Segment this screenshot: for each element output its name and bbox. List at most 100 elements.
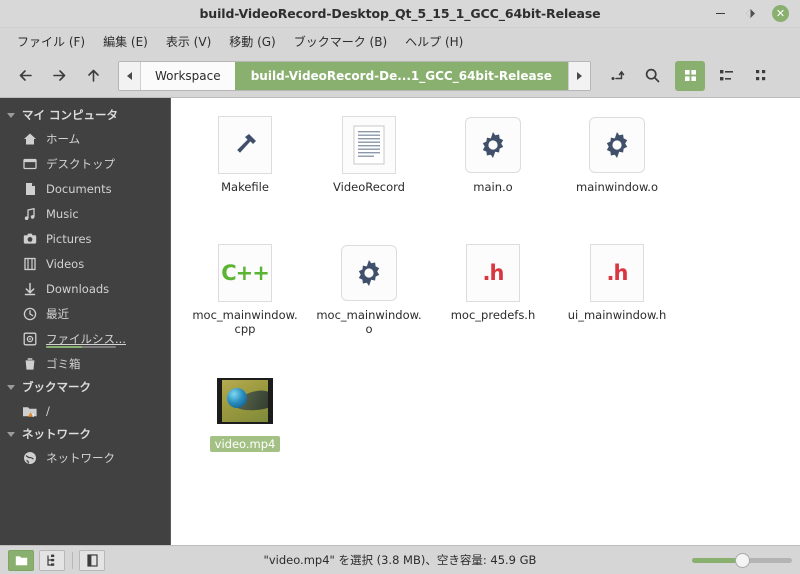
chevron-down-icon xyxy=(7,384,15,390)
arrow-left-icon xyxy=(19,70,32,81)
search-button[interactable] xyxy=(635,61,669,91)
zoom-slider[interactable] xyxy=(692,551,792,569)
window-controls: ✕ xyxy=(712,5,800,22)
folder-icon xyxy=(15,555,27,565)
file-name: main.o xyxy=(473,180,513,194)
file-item[interactable]: .h ui_mainwindow.h xyxy=(555,238,679,366)
file-thumbnail: C++ xyxy=(216,244,274,302)
minimize-button[interactable] xyxy=(712,6,728,22)
status-tree-view-button[interactable] xyxy=(39,549,65,571)
sidebar-item-recent[interactable]: 最近 xyxy=(0,301,170,326)
file-name: moc_mainwindow.cpp xyxy=(192,308,298,336)
file-item-selected[interactable]: video.mp4 xyxy=(183,366,307,494)
arrow-right-icon xyxy=(52,70,65,81)
cpp-icon: C++ xyxy=(218,244,272,302)
menu-edit[interactable]: 編集 (E) xyxy=(94,30,157,53)
breadcrumb-scroll-left[interactable] xyxy=(119,61,141,90)
filesystem-disk-icon xyxy=(22,331,38,347)
sidebar-item-home[interactable]: ホーム xyxy=(0,126,170,151)
sidebar-group-my-computer[interactable]: マイ コンピュータ xyxy=(0,104,170,126)
music-note-icon xyxy=(22,206,38,222)
window-body: マイ コンピュータ ホーム デスクトップ Documents Music Pic… xyxy=(0,97,800,545)
sidebar-item-pictures[interactable]: Pictures xyxy=(0,226,170,251)
file-item[interactable]: C++ moc_mainwindow.cpp xyxy=(183,238,307,366)
details-list-icon xyxy=(755,70,765,81)
file-item[interactable]: main.o xyxy=(431,110,555,238)
sidebar-item-network[interactable]: ネットワーク xyxy=(0,445,170,470)
file-thumbnail xyxy=(464,116,522,174)
file-name: ui_mainwindow.h xyxy=(567,308,667,322)
document-icon xyxy=(22,181,38,197)
view-details-button[interactable] xyxy=(747,61,777,91)
status-text: "video.mp4" を選択 (3.8 MB)、空き容量: 45.9 GB xyxy=(263,553,537,567)
download-arrow-icon xyxy=(22,281,38,297)
breadcrumb-item-workspace[interactable]: Workspace xyxy=(141,61,235,90)
arrow-up-icon xyxy=(87,69,99,82)
close-button[interactable]: ✕ xyxy=(772,5,789,22)
file-item[interactable]: VideoRecord xyxy=(307,110,431,238)
maximize-restore-button[interactable] xyxy=(742,6,758,22)
menu-bookmarks[interactable]: ブックマーク (B) xyxy=(285,30,396,53)
sidebar-item-downloads[interactable]: Downloads xyxy=(0,276,170,301)
tree-icon xyxy=(46,554,54,566)
file-manager-window: build-VideoRecord-Desktop_Qt_5_15_1_GCC_… xyxy=(0,0,800,574)
breadcrumb: Workspace build-VideoRecord-De...1_GCC_6… xyxy=(118,60,591,91)
sidebar-group-bookmarks[interactable]: ブックマーク xyxy=(0,376,170,398)
menu-go[interactable]: 移動 (G) xyxy=(220,30,284,53)
view-compact-button[interactable] xyxy=(711,61,741,91)
folder-warning-icon xyxy=(22,403,38,419)
zoom-slider-handle[interactable] xyxy=(734,552,750,568)
status-icon-view-button[interactable] xyxy=(8,549,34,571)
open-terminal-button[interactable] xyxy=(601,61,635,91)
back-button[interactable] xyxy=(8,61,42,91)
hammer-icon xyxy=(218,116,272,174)
file-thumbnail xyxy=(340,244,398,302)
video-thumbnail xyxy=(217,378,273,424)
up-button[interactable] xyxy=(76,61,110,91)
sidebar-item-videos[interactable]: Videos xyxy=(0,251,170,276)
camera-icon xyxy=(22,231,38,247)
sidebar-item-documents[interactable]: Documents xyxy=(0,176,170,201)
menu-help[interactable]: ヘルプ (H) xyxy=(396,30,472,53)
menu-file[interactable]: ファイル (F) xyxy=(8,30,94,53)
status-sidebar-toggle-button[interactable] xyxy=(79,549,105,571)
file-thumbnail: .h xyxy=(464,244,522,302)
status-bar: "video.mp4" を選択 (3.8 MB)、空き容量: 45.9 GB xyxy=(0,545,800,574)
view-icons-button[interactable] xyxy=(675,60,705,91)
file-thumbnail xyxy=(588,116,646,174)
sidebar-item-music[interactable]: Music xyxy=(0,201,170,226)
file-grid-area[interactable]: Makefile VideoRecord main.o mainwindow.o… xyxy=(170,98,800,545)
file-item[interactable]: mainwindow.o xyxy=(555,110,679,238)
file-item[interactable]: .h moc_predefs.h xyxy=(431,238,555,366)
file-thumbnail xyxy=(216,116,274,174)
header-badge-label: .h xyxy=(606,261,629,285)
grid-icon xyxy=(684,70,696,81)
compact-list-icon xyxy=(719,70,733,81)
file-item[interactable]: moc_mainwindow.o xyxy=(307,238,431,366)
terminal-icon xyxy=(611,71,624,80)
file-thumbnail xyxy=(340,116,398,174)
header-icon: .h xyxy=(590,244,644,302)
file-name: VideoRecord xyxy=(333,180,405,194)
sidebar-group-label: マイ コンピュータ xyxy=(22,108,119,122)
sidebar-group-network[interactable]: ネットワーク xyxy=(0,423,170,445)
forward-button[interactable] xyxy=(42,61,76,91)
breadcrumb-item-current[interactable]: build-VideoRecord-De...1_GCC_64bit-Relea… xyxy=(234,61,568,90)
file-thumbnail: .h xyxy=(588,244,646,302)
gear-icon xyxy=(341,245,397,301)
file-item[interactable]: Makefile xyxy=(183,110,307,238)
sidebar-item-root[interactable]: / xyxy=(0,398,170,423)
cpp-badge-label: C++ xyxy=(221,261,270,285)
header-icon: .h xyxy=(466,244,520,302)
sidebar-item-desktop[interactable]: デスクトップ xyxy=(0,151,170,176)
file-name: mainwindow.o xyxy=(576,180,658,194)
menu-view[interactable]: 表示 (V) xyxy=(157,30,220,53)
breadcrumb-scroll-right[interactable] xyxy=(568,61,590,90)
gear-icon xyxy=(465,117,521,173)
sidebar-item-filesystem[interactable]: ファイルシス... xyxy=(0,326,170,351)
status-separator xyxy=(72,551,73,569)
sidebar-item-trash[interactable]: ゴミ箱 xyxy=(0,351,170,376)
desktop-icon xyxy=(22,156,38,172)
film-icon xyxy=(22,256,38,272)
file-name: moc_mainwindow.o xyxy=(316,308,422,336)
